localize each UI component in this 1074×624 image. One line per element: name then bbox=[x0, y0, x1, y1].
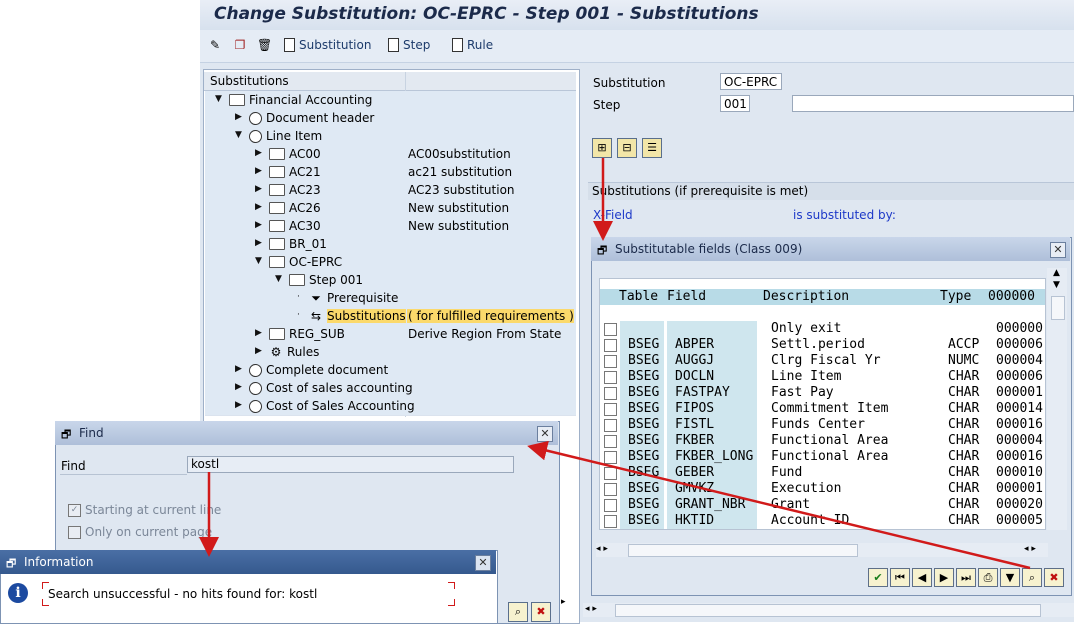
annotation-arrows bbox=[199, 158, 1031, 570]
arrow-to-find-dialog bbox=[527, 440, 1031, 570]
